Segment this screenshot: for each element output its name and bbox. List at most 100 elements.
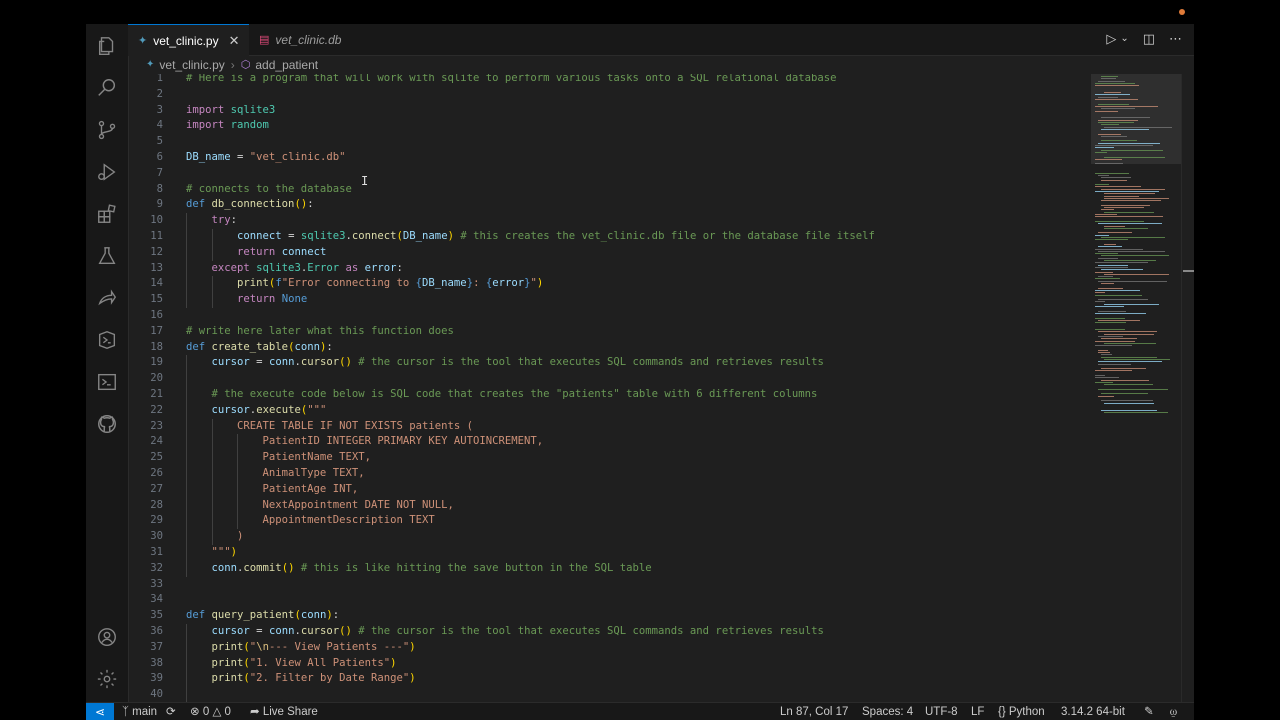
branch-status[interactable]: ᛉ main — [122, 703, 157, 720]
settings-gear-icon[interactable] — [94, 666, 120, 692]
code-line[interactable]: 20 — [128, 371, 1091, 387]
notifications-bell-icon[interactable]: ⍹ — [1170, 703, 1177, 720]
code-text: NextAppointment DATE NOT NULL, — [186, 499, 454, 511]
code-line[interactable]: 29 AppointmentDescription TEXT — [128, 513, 1091, 529]
code-line[interactable]: 38 print("1. View All Patients") — [128, 656, 1091, 672]
testing-icon[interactable] — [94, 243, 120, 269]
chevron-down-icon[interactable]: ⌄ — [1120, 33, 1128, 47]
minimap-line — [1104, 211, 1154, 213]
code-line[interactable]: 34 — [128, 592, 1091, 608]
code-text: ) — [186, 530, 243, 542]
code-token: cursor — [211, 403, 250, 416]
code-line[interactable]: 14 print(f"Error connecting to {DB_name}… — [128, 276, 1091, 292]
code-token: "2. Filter by Date Range" — [249, 672, 410, 685]
live-share-icon[interactable] — [94, 285, 120, 311]
code-line[interactable]: 5 — [128, 134, 1091, 150]
problems-status[interactable]: ⊗ 0 △ 0 — [190, 703, 231, 720]
minimap-line — [1101, 200, 1161, 202]
line-number: 33 — [150, 577, 163, 590]
code-line[interactable]: 26 AnimalType TEXT, — [128, 466, 1091, 482]
code-line[interactable]: 32 conn.commit() # this is like hitting … — [128, 561, 1091, 577]
split-editor-icon[interactable]: ◫ — [1143, 31, 1155, 47]
code-token: return — [237, 293, 282, 306]
code-line[interactable]: 21 # the execute code below is SQL code … — [128, 387, 1091, 403]
code-line[interactable]: 17 # write here later what this function … — [128, 324, 1091, 340]
cursor-position[interactable]: Ln 87, Col 17 — [780, 703, 848, 720]
code-line[interactable]: 28 NextAppointment DATE NOT NULL, — [128, 498, 1091, 514]
extensions-icon[interactable] — [94, 201, 120, 227]
code-line[interactable]: 7 — [128, 166, 1091, 182]
minimap-line — [1098, 361, 1163, 363]
github-icon[interactable] — [94, 411, 120, 437]
copilot-icon[interactable]: ✎ — [1144, 703, 1154, 720]
code-token: # the cursor is the tool that executes S… — [351, 625, 824, 637]
git-branch-icon: ᛉ — [122, 706, 129, 718]
minimap-line — [1101, 368, 1147, 370]
code-line[interactable]: 11 connect = sqlite3.connect(DB_name) # … — [128, 229, 1091, 245]
code-line[interactable]: 23 CREATE TABLE IF NOT EXISTS patients ( — [128, 419, 1091, 435]
vertical-scrollbar[interactable] — [1181, 74, 1194, 702]
minimap-line — [1095, 234, 1109, 236]
tab-vet-clinic-py[interactable]: ✦ vet_clinic.py ✕ — [128, 24, 249, 56]
remote-indicator-icon[interactable]: ⋖ — [86, 703, 114, 720]
code-line[interactable]: 9 def db_connection(): — [128, 197, 1091, 213]
minimap-line — [1095, 253, 1118, 255]
code-line[interactable]: 10 try: — [128, 213, 1091, 229]
code-line[interactable]: 4 import random — [128, 118, 1091, 134]
code-editor[interactable]: 1 # Here is a program that will work with… — [128, 74, 1091, 702]
code-line[interactable]: 27 PatientAge INT, — [128, 482, 1091, 498]
run-python-file-icon[interactable]: ▷ — [1106, 31, 1116, 47]
code-line[interactable]: 25 PatientName TEXT, — [128, 450, 1091, 466]
indentation-status[interactable]: Spaces: 4 — [862, 703, 913, 720]
code-line[interactable]: 3 import sqlite3 — [128, 103, 1091, 119]
minimap-line — [1095, 216, 1163, 218]
sync-icon[interactable]: ⟳ — [166, 703, 176, 720]
python-interpreter[interactable]: 3.14.2 64-bit — [1061, 703, 1125, 720]
code-line[interactable]: 15 return None — [128, 292, 1091, 308]
language-mode[interactable]: {} Python — [998, 703, 1045, 720]
remote-explorer-icon[interactable] — [94, 369, 120, 395]
indent-guide — [211, 418, 213, 545]
code-line[interactable]: 6 DB_name = "vet_clinic.db" — [128, 150, 1091, 166]
code-line[interactable]: 24 PatientID INTEGER PRIMARY KEY AUTOINC… — [128, 434, 1091, 450]
search-icon[interactable] — [94, 75, 120, 101]
line-number: 26 — [150, 467, 163, 479]
code-line[interactable]: 2 — [128, 87, 1091, 103]
more-actions-icon[interactable]: ⋯ — [1169, 31, 1182, 47]
code-line[interactable]: 33 — [128, 577, 1091, 593]
source-control-icon[interactable] — [94, 117, 120, 143]
breadcrumb-symbol[interactable]: add_patient — [255, 58, 318, 72]
minimap-line — [1095, 381, 1114, 383]
code-line[interactable]: 39 print("2. Filter by Date Range") — [128, 671, 1091, 687]
code-text: print("2. Filter by Date Range") — [186, 672, 416, 684]
minimap-line — [1095, 147, 1115, 149]
live-share-status[interactable]: ➦ Live Share — [250, 703, 318, 720]
code-line[interactable]: 36 cursor = conn.cursor() # the cursor i… — [128, 624, 1091, 640]
code-line[interactable]: 8 # connects to the database — [128, 182, 1091, 198]
code-line[interactable]: 37 print("\n--- View Patients ---") — [128, 640, 1091, 656]
eol-status[interactable]: LF — [971, 703, 984, 720]
code-line[interactable]: 16 — [128, 308, 1091, 324]
code-line[interactable]: 19 cursor = conn.cursor() # the cursor i… — [128, 355, 1091, 371]
minimap[interactable] — [1091, 74, 1181, 702]
status-bar: ⋖ ᛉ main ⟳ ⊗ 0 △ 0 ➦ Live Share Ln 87, C… — [86, 702, 1194, 720]
code-line[interactable]: 40 — [128, 687, 1091, 702]
breadcrumb-file[interactable]: vet_clinic.py — [159, 58, 224, 72]
code-line[interactable]: 30 ) — [128, 529, 1091, 545]
remote-icon[interactable] — [94, 327, 120, 353]
code-line[interactable]: 35 def query_patient(conn): — [128, 608, 1091, 624]
run-debug-icon[interactable] — [94, 159, 120, 185]
code-line[interactable]: 1 # Here is a program that will work with… — [128, 74, 1091, 87]
minimap-line — [1104, 227, 1149, 229]
line-number: 20 — [150, 372, 163, 385]
account-icon[interactable] — [94, 624, 120, 650]
code-line[interactable]: 13 except sqlite3.Error as error: — [128, 261, 1091, 277]
tab-vet-clinic-db[interactable]: ▤ vet_clinic.db — [249, 24, 389, 55]
explorer-icon[interactable] — [94, 33, 120, 59]
encoding-status[interactable]: UTF-8 — [925, 703, 958, 720]
code-line[interactable]: 18 def create_table(conn): — [128, 340, 1091, 356]
code-line[interactable]: 22 cursor.execute(""" — [128, 403, 1091, 419]
code-line[interactable]: 12 return connect — [128, 245, 1091, 261]
close-icon[interactable]: ✕ — [229, 33, 240, 49]
code-line[interactable]: 31 """) — [128, 545, 1091, 561]
